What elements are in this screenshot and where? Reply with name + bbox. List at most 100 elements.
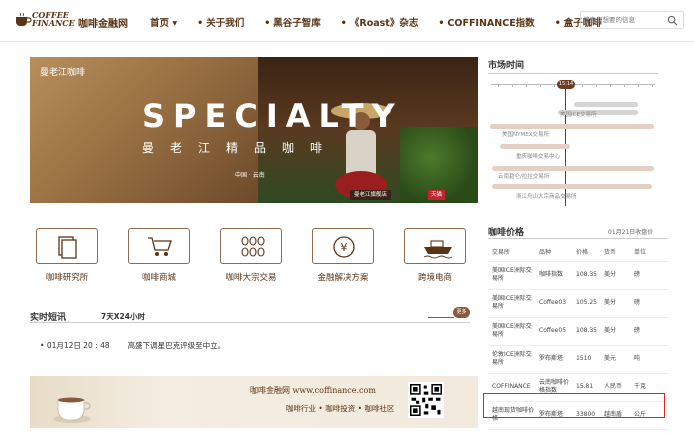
table-row[interactable]: 美国ICE洲际交易所 Coffee05 108.35 美分 磅 xyxy=(488,317,668,346)
cell-kind: 咖啡指数 xyxy=(535,261,572,290)
ad-line2: 咖啡行业 • 咖啡投资 • 咖啡社区 xyxy=(286,404,395,413)
site-header: COFFEE FINANCE 咖啡金融网 首页 ▾ 关于我们 黑谷子智库 《Ro… xyxy=(0,0,694,42)
service-finance[interactable]: ¥ 金融解决方案 xyxy=(310,228,376,283)
cell-price: 1510 xyxy=(572,345,600,374)
news-time: 01月12日 20 : 48 xyxy=(46,341,110,350)
banner-store-tag[interactable]: 曼老江旗舰店 xyxy=(350,190,392,200)
nav-home[interactable]: 首页 ▾ xyxy=(150,15,177,29)
cell-price: 108.35 xyxy=(572,317,600,346)
caret-down-icon: ▾ xyxy=(172,18,178,29)
service-research[interactable]: 咖啡研究所 xyxy=(34,228,100,283)
search-box xyxy=(580,11,684,29)
timeline-tick xyxy=(554,84,555,87)
table-row[interactable]: 美国ICE洲际交易所 Coffee03 105.25 美分 磅 xyxy=(488,289,668,318)
news-title: 实时短讯 xyxy=(30,313,67,323)
session-label-chongqing: 重庆咖啡交易中心 xyxy=(516,154,561,160)
cell-unit: 磅 xyxy=(630,317,668,346)
news-more-button[interactable]: 更多 xyxy=(453,307,470,318)
service-trading-label: 咖啡大宗交易 xyxy=(225,273,277,283)
session-label-ice-us: 美国ICE交易所 xyxy=(560,112,597,118)
service-research-tile xyxy=(36,228,98,264)
cell-unit: 吨 xyxy=(630,345,668,374)
session-bar-ice-us-pre xyxy=(574,102,638,107)
nav-think-tank[interactable]: 黑谷子智库 xyxy=(264,15,321,29)
cell-price: 105.25 xyxy=(572,289,600,318)
cell-currency: 美分 xyxy=(600,289,630,318)
banner-brand: 曼老江咖啡 xyxy=(40,68,86,78)
timeline-tick xyxy=(610,84,611,87)
nav-roast-magazine[interactable]: 《Roast》杂志 xyxy=(341,15,418,29)
nav-coffinance-index[interactable]: COFFINANCE指数 xyxy=(438,15,534,29)
ship-icon xyxy=(423,240,453,259)
coffee-cup-icon xyxy=(16,13,32,26)
service-shop-label: 咖啡商城 xyxy=(141,273,176,283)
service-research-label: 咖啡研究所 xyxy=(45,273,89,283)
hero-banner[interactable]: 曼老江咖啡 SPECIALTY 曼老江精品咖啡 中国 · 云南 曼老江旗舰店 天… xyxy=(30,57,478,203)
site-name[interactable]: 咖啡金融网 xyxy=(78,15,128,30)
news-header: 实时短讯 7天X24小时 更多 xyxy=(30,307,470,323)
cell-exchange: 美国ICE洲际交易所 xyxy=(488,261,535,290)
column-header-unit: 单位 xyxy=(630,242,668,262)
market-divider xyxy=(488,73,658,74)
banner-title: SPECIALTY xyxy=(142,97,403,135)
coffee-price-title: 咖啡价格 xyxy=(488,228,525,238)
bullet-icon: • xyxy=(40,341,47,350)
service-finance-label: 金融解决方案 xyxy=(317,273,369,283)
cell-exchange: 伦敦ICE洲际交易所 xyxy=(488,345,535,374)
service-shop[interactable]: 咖啡商城 xyxy=(126,228,192,283)
service-ecommerce-tile xyxy=(404,228,466,264)
column-header-currency: 货币 xyxy=(600,242,630,262)
news-subtitle: 7天X24小时 xyxy=(101,312,145,321)
cell-kind: Coffee05 xyxy=(535,317,572,346)
news-text: 高盛下调星巴克评级至中立。 xyxy=(127,341,226,350)
site-logo[interactable]: COFFEE FINANCE xyxy=(14,8,75,34)
ad-banner[interactable]: 咖啡金融网 www.coffinance.com 咖啡行业 • 咖啡投资 • 咖… xyxy=(30,376,478,428)
timeline-tick xyxy=(582,84,583,87)
column-header-kind: 品种 xyxy=(535,242,572,262)
cell-exchange: 美国ICE洲际交易所 xyxy=(488,317,535,346)
service-trading[interactable]: 咖啡大宗交易 xyxy=(218,228,284,283)
banner-subtitle: 曼老江精品咖啡 xyxy=(142,141,339,155)
session-bar-zhoushan xyxy=(492,184,652,189)
svg-text:¥: ¥ xyxy=(341,241,348,254)
coffee-beans-icon xyxy=(241,236,265,257)
session-label-zhoushan: 浙江舟山大宗商品交易所 xyxy=(516,194,577,200)
search-input[interactable] xyxy=(583,14,663,26)
timeline-tick xyxy=(624,84,625,87)
timeline-tick xyxy=(512,84,513,87)
service-shop-tile xyxy=(128,228,190,264)
service-trading-tile xyxy=(220,228,282,264)
book-icon xyxy=(58,236,77,259)
service-finance-tile: ¥ xyxy=(312,228,374,264)
coffee-cup-image xyxy=(53,397,91,423)
market-time-title: 市场时间 xyxy=(488,61,525,71)
cell-currency: 美分 xyxy=(600,317,630,346)
coffee-price-date: 01月21日收盘价 xyxy=(608,229,654,236)
news-item[interactable]: • 01月12日 20 : 48 高盛下调星巴克评级至中立。 xyxy=(40,340,225,351)
news-divider xyxy=(428,317,454,318)
banner-tmall-tag[interactable]: 天猫 xyxy=(428,190,446,200)
nav-about[interactable]: 关于我们 xyxy=(197,15,244,29)
current-time-marker: 15:14 xyxy=(557,80,575,89)
column-header-price: 价格 xyxy=(572,242,600,262)
highlight-box xyxy=(483,393,665,418)
session-label-nymex: 美国NYMEX交易所 xyxy=(502,132,549,138)
search-icon[interactable] xyxy=(667,15,678,26)
timeline-tick xyxy=(652,84,653,87)
logo-line2: FINANCE xyxy=(32,18,75,28)
table-row[interactable]: 伦敦ICE洲际交易所 罗布斯塔 1510 美元 吨 xyxy=(488,345,668,374)
cell-exchange: 美国ICE洲际交易所 xyxy=(488,289,535,318)
table-header-row: 交易所 品种 价格 货币 单位 xyxy=(488,242,668,262)
logo-text: COFFEE FINANCE xyxy=(32,11,75,27)
table-row[interactable]: 美国ICE洲际交易所 咖啡指数 108.35 美分 磅 xyxy=(488,261,668,290)
timeline-tick xyxy=(540,84,541,87)
price-divider xyxy=(488,238,668,239)
main-nav: 首页 ▾ 关于我们 黑谷子智库 《Roast》杂志 COFFINANCE指数 盒… xyxy=(150,14,622,30)
market-timeline: 15:14 美国ICE交易所 美国NYMEX交易所 重庆咖啡交易中心 云南勐仑/… xyxy=(488,80,658,206)
ad-line1: 咖啡金融网 www.coffinance.com xyxy=(250,386,376,395)
nav-home-label: 首页 xyxy=(150,18,170,29)
session-bar-yunnan xyxy=(492,166,654,171)
column-header-exchange: 交易所 xyxy=(488,242,535,262)
service-ecommerce[interactable]: 跨境电商 xyxy=(402,228,468,283)
service-ecommerce-label: 跨境电商 xyxy=(417,273,452,283)
